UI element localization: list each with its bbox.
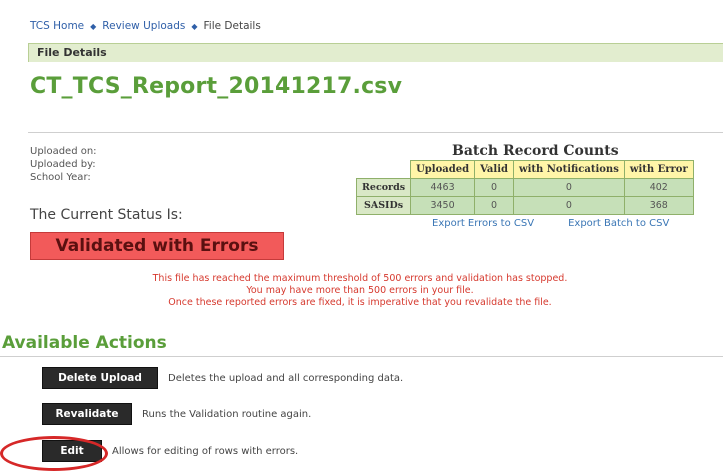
- breadcrumb-link-review-uploads[interactable]: Review Uploads: [102, 20, 185, 32]
- table-cell: 0: [513, 178, 625, 197]
- table-cell: 4463: [410, 178, 476, 197]
- uploaded-by-label: Uploaded by:: [30, 159, 96, 170]
- breadcrumb-separator-icon: ◆: [90, 21, 97, 31]
- table-cell: 0: [474, 196, 514, 215]
- export-links: Export Errors to CSV Export Batch to CSV: [432, 218, 669, 229]
- status-badge: Validated with Errors: [30, 232, 284, 260]
- table-cell: 0: [474, 178, 514, 197]
- uploaded-on-label: Uploaded on:: [30, 146, 97, 157]
- table-cell: 402: [623, 178, 694, 197]
- table-cell: 3450: [410, 196, 476, 215]
- column-header: with Error: [623, 160, 694, 179]
- warning-line: You may have more than 500 errors in you…: [246, 285, 474, 296]
- column-header: with Notifications: [513, 160, 625, 179]
- error-threshold-warning: This file has reached the maximum thresh…: [40, 273, 680, 309]
- breadcrumb-link-tcs-home[interactable]: TCS Home: [30, 20, 84, 32]
- warning-line: This file has reached the maximum thresh…: [152, 273, 568, 284]
- action-row-revalidate: Revalidate Runs the Validation routine a…: [42, 403, 311, 425]
- file-name-title: CT_TCS_Report_20141217.csv: [30, 74, 403, 99]
- column-header: Valid: [474, 160, 514, 179]
- table-corner: [357, 161, 411, 179]
- breadcrumb-separator-icon: ◆: [191, 21, 198, 31]
- delete-upload-button[interactable]: Delete Upload: [42, 367, 158, 389]
- action-description: Runs the Validation routine again.: [142, 408, 312, 420]
- revalidate-button[interactable]: Revalidate: [42, 403, 132, 425]
- export-errors-link[interactable]: Export Errors to CSV: [432, 218, 534, 229]
- batch-counts-title: Batch Record Counts: [452, 143, 619, 159]
- file-meta-labels: Uploaded on: Uploaded by: School Year:: [30, 145, 97, 184]
- row-header: SASIDs: [355, 196, 412, 215]
- section-header: File Details: [28, 43, 723, 62]
- row-header: Records: [355, 178, 412, 197]
- action-description: Allows for editing of rows with errors.: [112, 445, 299, 457]
- action-row-delete: Delete Upload Deletes the upload and all…: [42, 367, 403, 389]
- action-description: Deletes the upload and all corresponding…: [168, 372, 404, 384]
- export-batch-link[interactable]: Export Batch to CSV: [568, 218, 669, 229]
- table-cell: 368: [623, 196, 694, 215]
- table-row: Records 4463 0 0 402: [355, 178, 694, 197]
- available-actions-heading: Available Actions: [2, 333, 167, 353]
- table-row: SASIDs 3450 0 0 368: [355, 196, 694, 215]
- batch-counts-table: Uploaded Valid with Notifications with E…: [355, 160, 694, 215]
- breadcrumb-current: File Details: [203, 20, 261, 32]
- breadcrumb: TCS Home ◆ Review Uploads ◆ File Details: [30, 20, 261, 32]
- school-year-label: School Year:: [30, 172, 91, 183]
- highlight-circle-annotation: [0, 436, 108, 471]
- divider: [0, 356, 723, 357]
- column-header: Uploaded: [410, 160, 476, 179]
- warning-line: Once these reported errors are fixed, it…: [168, 297, 552, 308]
- status-heading: The Current Status Is:: [30, 207, 183, 223]
- table-cell: 0: [513, 196, 625, 215]
